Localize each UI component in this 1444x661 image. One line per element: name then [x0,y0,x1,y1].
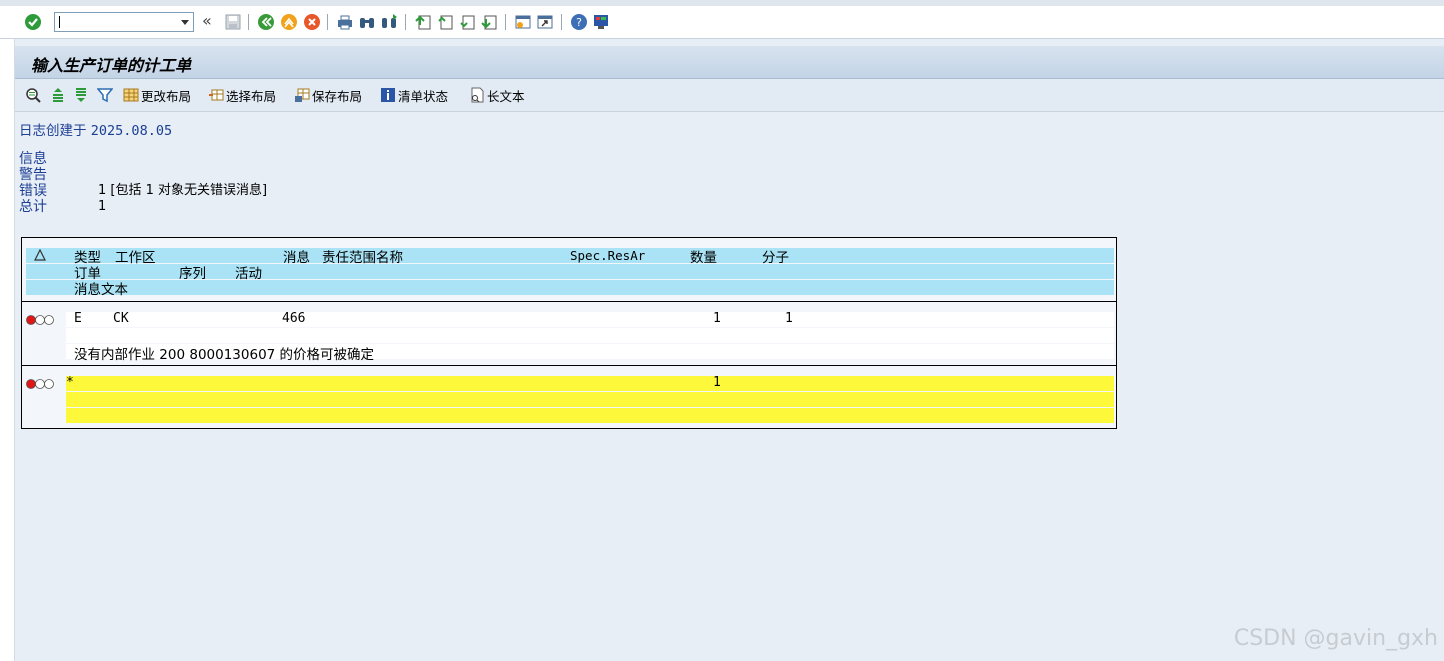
summary-error-label: 错误 [19,183,47,199]
table-row[interactable]: E CK 466 1 1 [66,311,1114,327]
header-row-2: 订单 序列 活动 [26,262,1114,282]
save-icon[interactable] [224,13,242,31]
last-page-icon[interactable] [480,13,498,31]
page-title: 输入生产订单的计工单 [31,56,192,75]
first-page-icon[interactable] [414,13,432,31]
log-created-line: 日志创建于 2025.08.05 [19,119,172,139]
log-created-label: 日志创建于 [19,123,87,139]
cell-total-marker: * [66,375,74,390]
sort-descending-button[interactable] [73,86,91,104]
column-header-message-text[interactable]: 消息文本 [74,278,128,298]
separator [561,14,562,30]
change-layout-button[interactable]: 更改布局 [123,86,191,104]
print-icon[interactable] [336,13,354,31]
column-header-spec-resar[interactable]: Spec.ResAr [570,248,645,263]
cell-quantity: 1 [713,311,721,326]
select-layout-button[interactable]: 选择布局 [208,86,276,104]
sort-ascending-button[interactable] [50,86,68,104]
separator [405,14,406,30]
select-layout-icon [209,89,224,101]
find-next-icon[interactable] [380,13,398,31]
summary-error-row: 错误 1 [包括 1 对象无关错误消息] [19,183,419,199]
total-row-continuation[interactable] [66,408,1114,423]
exit-icon[interactable] [280,13,298,31]
help-icon[interactable]: ? [570,13,588,31]
column-header-sequence[interactable]: 序列 [179,262,206,282]
separator [248,14,249,30]
details-button[interactable] [25,86,43,104]
system-toolbar: « ? [0,6,1444,39]
grid-layout-icon [123,88,139,102]
long-text-label: 长文本 [487,88,525,104]
header-row-3: 消息文本 [26,278,1114,298]
separator [505,14,506,30]
summary-total-label: 总计 [19,199,47,215]
cell-type: E [74,311,82,326]
column-header-quantity[interactable]: 数量 [690,246,717,266]
previous-page-icon[interactable] [436,13,454,31]
column-header-activity[interactable]: 活动 [235,262,262,282]
summary-total-row: 总计 1 [19,199,419,215]
sort-descending-icon [76,88,86,102]
cell-total-quantity: 1 [713,375,721,390]
text-caret [59,16,60,28]
sort-ascending-icon [53,88,63,102]
customize-layout-icon[interactable] [592,13,610,31]
save-layout-label: 保存布局 [312,88,363,104]
row-divider [22,365,1116,366]
status-lights-error-icon [26,379,54,389]
filter-icon [97,88,113,103]
log-created-date: 2025.08.05 [90,123,173,139]
title-bar: 输入生产订单的计工单 [15,46,1444,79]
list-status-label: 清单状态 [398,88,449,104]
chevron-down-icon[interactable] [181,20,189,25]
column-header-work-center[interactable]: 工作区 [115,246,156,266]
select-layout-label: 选择布局 [226,88,277,104]
shortcut-icon[interactable] [536,13,554,31]
long-text-button[interactable]: 长文本 [469,86,525,104]
column-header-resp-area[interactable]: 责任范围名称 [322,246,403,266]
separator [327,14,328,30]
save-layout-icon [295,88,310,102]
warning-triangle-icon[interactable] [34,249,46,261]
svg-text:?: ? [576,16,582,29]
table-row-continuation[interactable] [66,328,1114,343]
long-text-icon [471,87,484,103]
total-row[interactable]: * 1 [66,375,1114,391]
total-row-continuation[interactable] [66,392,1114,407]
cell-message-text: 没有内部作业 200 8000130607 的价格可被确定 [74,347,375,363]
next-page-icon[interactable] [458,13,476,31]
summary-warning-label: 警告 [19,167,47,183]
change-layout-label: 更改布局 [141,88,192,104]
list-status-button[interactable]: 清单状态 [380,86,448,104]
enter-icon[interactable] [24,13,42,31]
summary-info-label: 信息 [19,151,47,167]
watermark: CSDN @gavin_gxh [1233,626,1438,651]
cell-numerator: 1 [785,311,793,326]
column-header-message[interactable]: 消息 [283,246,310,266]
cell-message: 466 [282,311,306,326]
header-divider [22,301,1116,302]
command-field[interactable] [54,12,194,32]
back-icon[interactable] [257,13,275,31]
details-icon [26,88,41,103]
header-row-1: 类型 工作区 消息 责任范围名称 Spec.ResAr 数量 分子 [26,246,1114,266]
back-double-chevron-icon[interactable]: « [202,11,220,30]
save-layout-button[interactable]: 保存布局 [294,86,362,104]
status-lights-error-icon [26,315,54,325]
create-session-icon[interactable] [514,13,532,31]
left-border [0,39,15,661]
cell-work-center: CK [113,311,129,326]
application-toolbar: 更改布局 选择布局 保存布局 清单状态 长文本 [15,79,1444,112]
summary-error-value: 1 [包括 1 对象无关错误消息] [98,183,268,198]
table-row-message-text[interactable]: 没有内部作业 200 8000130607 的价格可被确定 [66,344,1114,363]
info-icon [381,88,395,102]
find-icon[interactable] [358,13,376,31]
filter-button[interactable] [97,86,115,104]
message-grid: 类型 工作区 消息 责任范围名称 Spec.ResAr 数量 分子 订单 序列 … [21,237,1117,429]
cancel-icon[interactable] [303,13,321,31]
summary-total-value: 1 [98,199,107,214]
column-header-numerator[interactable]: 分子 [762,246,789,266]
